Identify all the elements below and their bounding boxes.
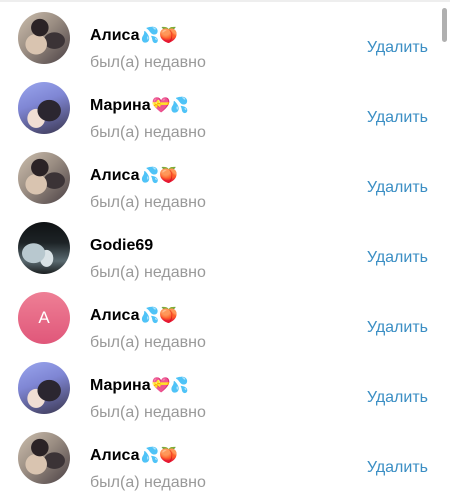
emoji-icon: 💝💦 bbox=[151, 376, 189, 394]
remove-button[interactable]: Удалить bbox=[367, 459, 428, 477]
list-item[interactable]: Godie69 был(а) недавно Удалить bbox=[0, 222, 438, 292]
contact-status: был(а) недавно bbox=[90, 124, 206, 141]
avatar[interactable]: A bbox=[18, 292, 70, 344]
avatar[interactable] bbox=[18, 12, 70, 64]
avatar[interactable] bbox=[18, 82, 70, 134]
list-item[interactable]: A Алиса💦🍑 был(а) недавно Удалить bbox=[0, 292, 438, 362]
remove-button[interactable]: Удалить bbox=[367, 109, 428, 127]
contact-status: был(а) недавно bbox=[90, 264, 206, 281]
scrollbar-thumb[interactable] bbox=[442, 8, 447, 42]
contact-status: был(а) недавно bbox=[90, 194, 206, 211]
avatar[interactable] bbox=[18, 362, 70, 414]
emoji-icon: 💦🍑 bbox=[140, 306, 178, 324]
emoji-icon: 💦🍑 bbox=[140, 26, 178, 44]
list-item[interactable]: Алиса💦🍑 был(а) недавно Удалить bbox=[0, 152, 438, 222]
list-item[interactable]: Алиса💦🍑 был(а) недавно Удалить bbox=[0, 12, 438, 82]
list-item[interactable]: Алиса💦🍑 был(а) недавно Удалить bbox=[0, 432, 438, 502]
contact-name: Алиса💦🍑 bbox=[90, 166, 178, 184]
contact-name: Алиса💦🍑 bbox=[90, 26, 178, 44]
contact-name: Марина💝💦 bbox=[90, 96, 189, 114]
remove-button[interactable]: Удалить bbox=[367, 179, 428, 197]
contact-name: Алиса💦🍑 bbox=[90, 446, 178, 464]
emoji-icon: 💦🍑 bbox=[140, 166, 178, 184]
list-item[interactable]: Марина💝💦 был(а) недавно Удалить bbox=[0, 362, 438, 432]
contact-status: был(а) недавно bbox=[90, 474, 206, 491]
contact-name: Марина💝💦 bbox=[90, 376, 189, 394]
avatar[interactable] bbox=[18, 432, 70, 484]
list-item[interactable]: Марина💝💦 был(а) недавно Удалить bbox=[0, 82, 438, 152]
remove-button[interactable]: Удалить bbox=[367, 319, 428, 337]
emoji-icon: 💝💦 bbox=[151, 96, 189, 114]
contact-name: Godie69 bbox=[90, 237, 154, 254]
contact-status: был(а) недавно bbox=[90, 404, 206, 421]
emoji-icon: 💦🍑 bbox=[140, 446, 178, 464]
contact-name: Алиса💦🍑 bbox=[90, 306, 178, 324]
contact-list: Алиса💦🍑 был(а) недавно Удалить Марина💝💦 … bbox=[0, 12, 438, 502]
top-divider bbox=[0, 0, 450, 2]
avatar-letter: A bbox=[38, 308, 50, 327]
contact-status: был(а) недавно bbox=[90, 334, 206, 351]
avatar[interactable] bbox=[18, 222, 70, 274]
remove-button[interactable]: Удалить bbox=[367, 249, 428, 267]
remove-button[interactable]: Удалить bbox=[367, 39, 428, 57]
avatar[interactable] bbox=[18, 152, 70, 204]
contact-status: был(а) недавно bbox=[90, 54, 206, 71]
remove-button[interactable]: Удалить bbox=[367, 389, 428, 407]
